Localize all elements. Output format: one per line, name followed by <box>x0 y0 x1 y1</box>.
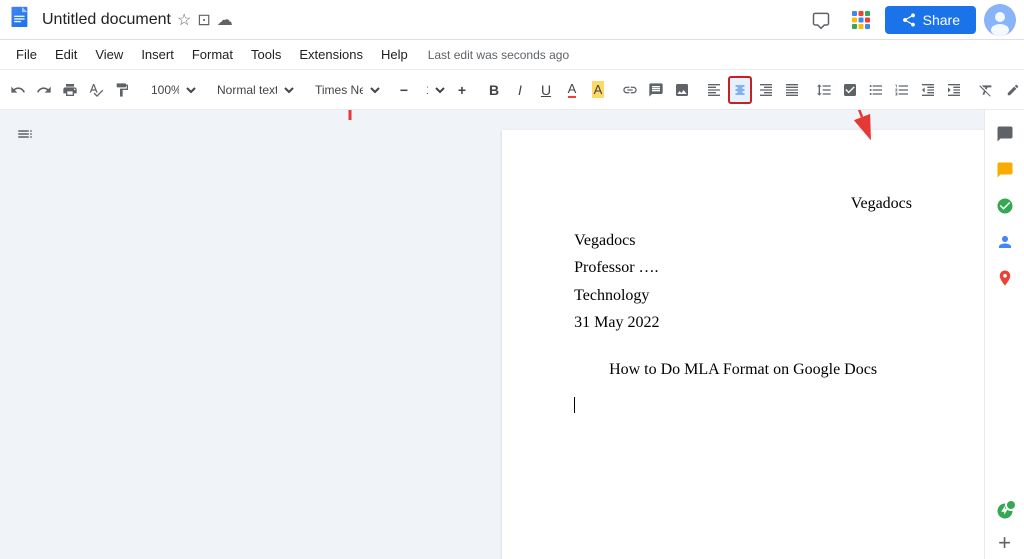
menu-file[interactable]: File <box>8 45 45 64</box>
increase-font-size-button[interactable]: + <box>450 76 474 104</box>
outline-toggle[interactable] <box>9 118 41 150</box>
explore-icon-panel[interactable] <box>989 495 1021 527</box>
header-name: Vegadocs <box>851 195 912 212</box>
checklist-button[interactable] <box>838 76 862 104</box>
document-title[interactable]: Untitled document <box>42 11 171 29</box>
document-page[interactable]: Vegadocs Vegadocs Professor …. Technolog… <box>502 130 984 559</box>
doc-line-2: Professor …. <box>574 254 912 281</box>
align-center-button[interactable] <box>728 76 752 104</box>
doc-icon <box>8 6 36 34</box>
cloud-icon[interactable]: ☁ <box>217 10 233 30</box>
menu-edit[interactable]: Edit <box>47 45 85 64</box>
font-size-group: − 12 + <box>392 76 474 104</box>
bullets-button[interactable] <box>864 76 888 104</box>
align-right-button[interactable] <box>754 76 778 104</box>
doc-line-1: Vegadocs <box>574 227 912 254</box>
style-select[interactable]: Normal text <box>208 77 298 103</box>
menu-tools[interactable]: Tools <box>243 45 289 64</box>
bottom-panel: + <box>989 495 1021 559</box>
insert-image-button[interactable] <box>670 76 694 104</box>
right-panel: + <box>984 110 1024 559</box>
share-button[interactable]: Share <box>885 6 976 34</box>
align-justify-button[interactable] <box>780 76 804 104</box>
doc-line-3: Technology <box>574 282 912 309</box>
avatar-image <box>984 4 1016 36</box>
decrease-font-size-button[interactable]: − <box>392 76 416 104</box>
menu-format[interactable]: Format <box>184 45 241 64</box>
chat-icon-panel[interactable] <box>989 118 1021 150</box>
left-panel <box>0 110 50 559</box>
increase-indent-button[interactable] <box>942 76 966 104</box>
tasks-icon-panel[interactable] <box>989 190 1021 222</box>
title-bar: Untitled document ☆ ⊡ ☁ <box>0 0 1024 40</box>
text-cursor <box>574 397 575 413</box>
page-area[interactable]: Vegadocs Vegadocs Professor …. Technolog… <box>50 110 984 559</box>
last-edit-text: Last edit was seconds ago <box>428 48 569 62</box>
title-icons: ☆ ⊡ ☁ <box>177 10 233 30</box>
doc-body[interactable]: Vegadocs Professor …. Technology 31 May … <box>574 227 912 336</box>
underline-button[interactable]: U <box>534 76 558 104</box>
doc-line-4: 31 May 2022 <box>574 309 912 336</box>
numbered-list-button[interactable] <box>890 76 914 104</box>
align-left-button[interactable] <box>702 76 726 104</box>
main-area: Vegadocs Vegadocs Professor …. Technolog… <box>0 110 1024 559</box>
notes-icon-panel[interactable] <box>989 154 1021 186</box>
print-button[interactable] <box>58 76 82 104</box>
menu-bar: File Edit View Insert Format Tools Exten… <box>0 40 1024 70</box>
editing-mode-button[interactable]: ✎ <box>1000 76 1024 104</box>
menu-help[interactable]: Help <box>373 45 416 64</box>
insert-link-button[interactable] <box>618 76 642 104</box>
menu-insert[interactable]: Insert <box>133 45 182 64</box>
comment-history-button[interactable] <box>805 4 837 36</box>
title-bar-right: Share <box>805 4 1016 36</box>
paint-format-button[interactable] <box>110 76 134 104</box>
user-avatar[interactable] <box>984 4 1016 36</box>
menu-view[interactable]: View <box>87 45 131 64</box>
contacts-icon-panel[interactable] <box>989 226 1021 258</box>
menu-extensions[interactable]: Extensions <box>291 45 371 64</box>
italic-button[interactable]: I <box>508 76 532 104</box>
clear-formatting-button[interactable] <box>974 76 998 104</box>
line-spacing-button[interactable] <box>812 76 836 104</box>
insert-comment-button[interactable] <box>644 76 668 104</box>
spellcheck-button[interactable] <box>84 76 108 104</box>
text-color-button[interactable]: A <box>560 76 584 104</box>
decrease-indent-button[interactable] <box>916 76 940 104</box>
maps-icon-panel[interactable] <box>989 262 1021 294</box>
zoom-select[interactable]: 100% <box>142 77 200 103</box>
toolbar: 100% Normal text Times New... − 12 + B I… <box>0 70 1024 110</box>
undo-button[interactable] <box>6 76 30 104</box>
add-panel-button[interactable]: + <box>989 527 1021 559</box>
bold-button[interactable]: B <box>482 76 506 104</box>
font-select[interactable]: Times New... <box>306 77 384 103</box>
font-size-select[interactable]: 12 <box>417 77 449 103</box>
center-title-text: How to Do MLA Format on Google Docs <box>609 361 877 378</box>
save-to-drive-icon[interactable]: ⊡ <box>197 10 210 30</box>
star-icon[interactable]: ☆ <box>177 10 191 30</box>
cursor-area[interactable] <box>574 391 912 418</box>
redo-button[interactable] <box>32 76 56 104</box>
highlight-button[interactable]: A <box>586 76 610 104</box>
doc-center-title: How to Do MLA Format on Google Docs <box>574 356 912 383</box>
doc-header-right: Vegadocs <box>574 190 912 217</box>
google-apps-icon[interactable] <box>845 4 877 36</box>
